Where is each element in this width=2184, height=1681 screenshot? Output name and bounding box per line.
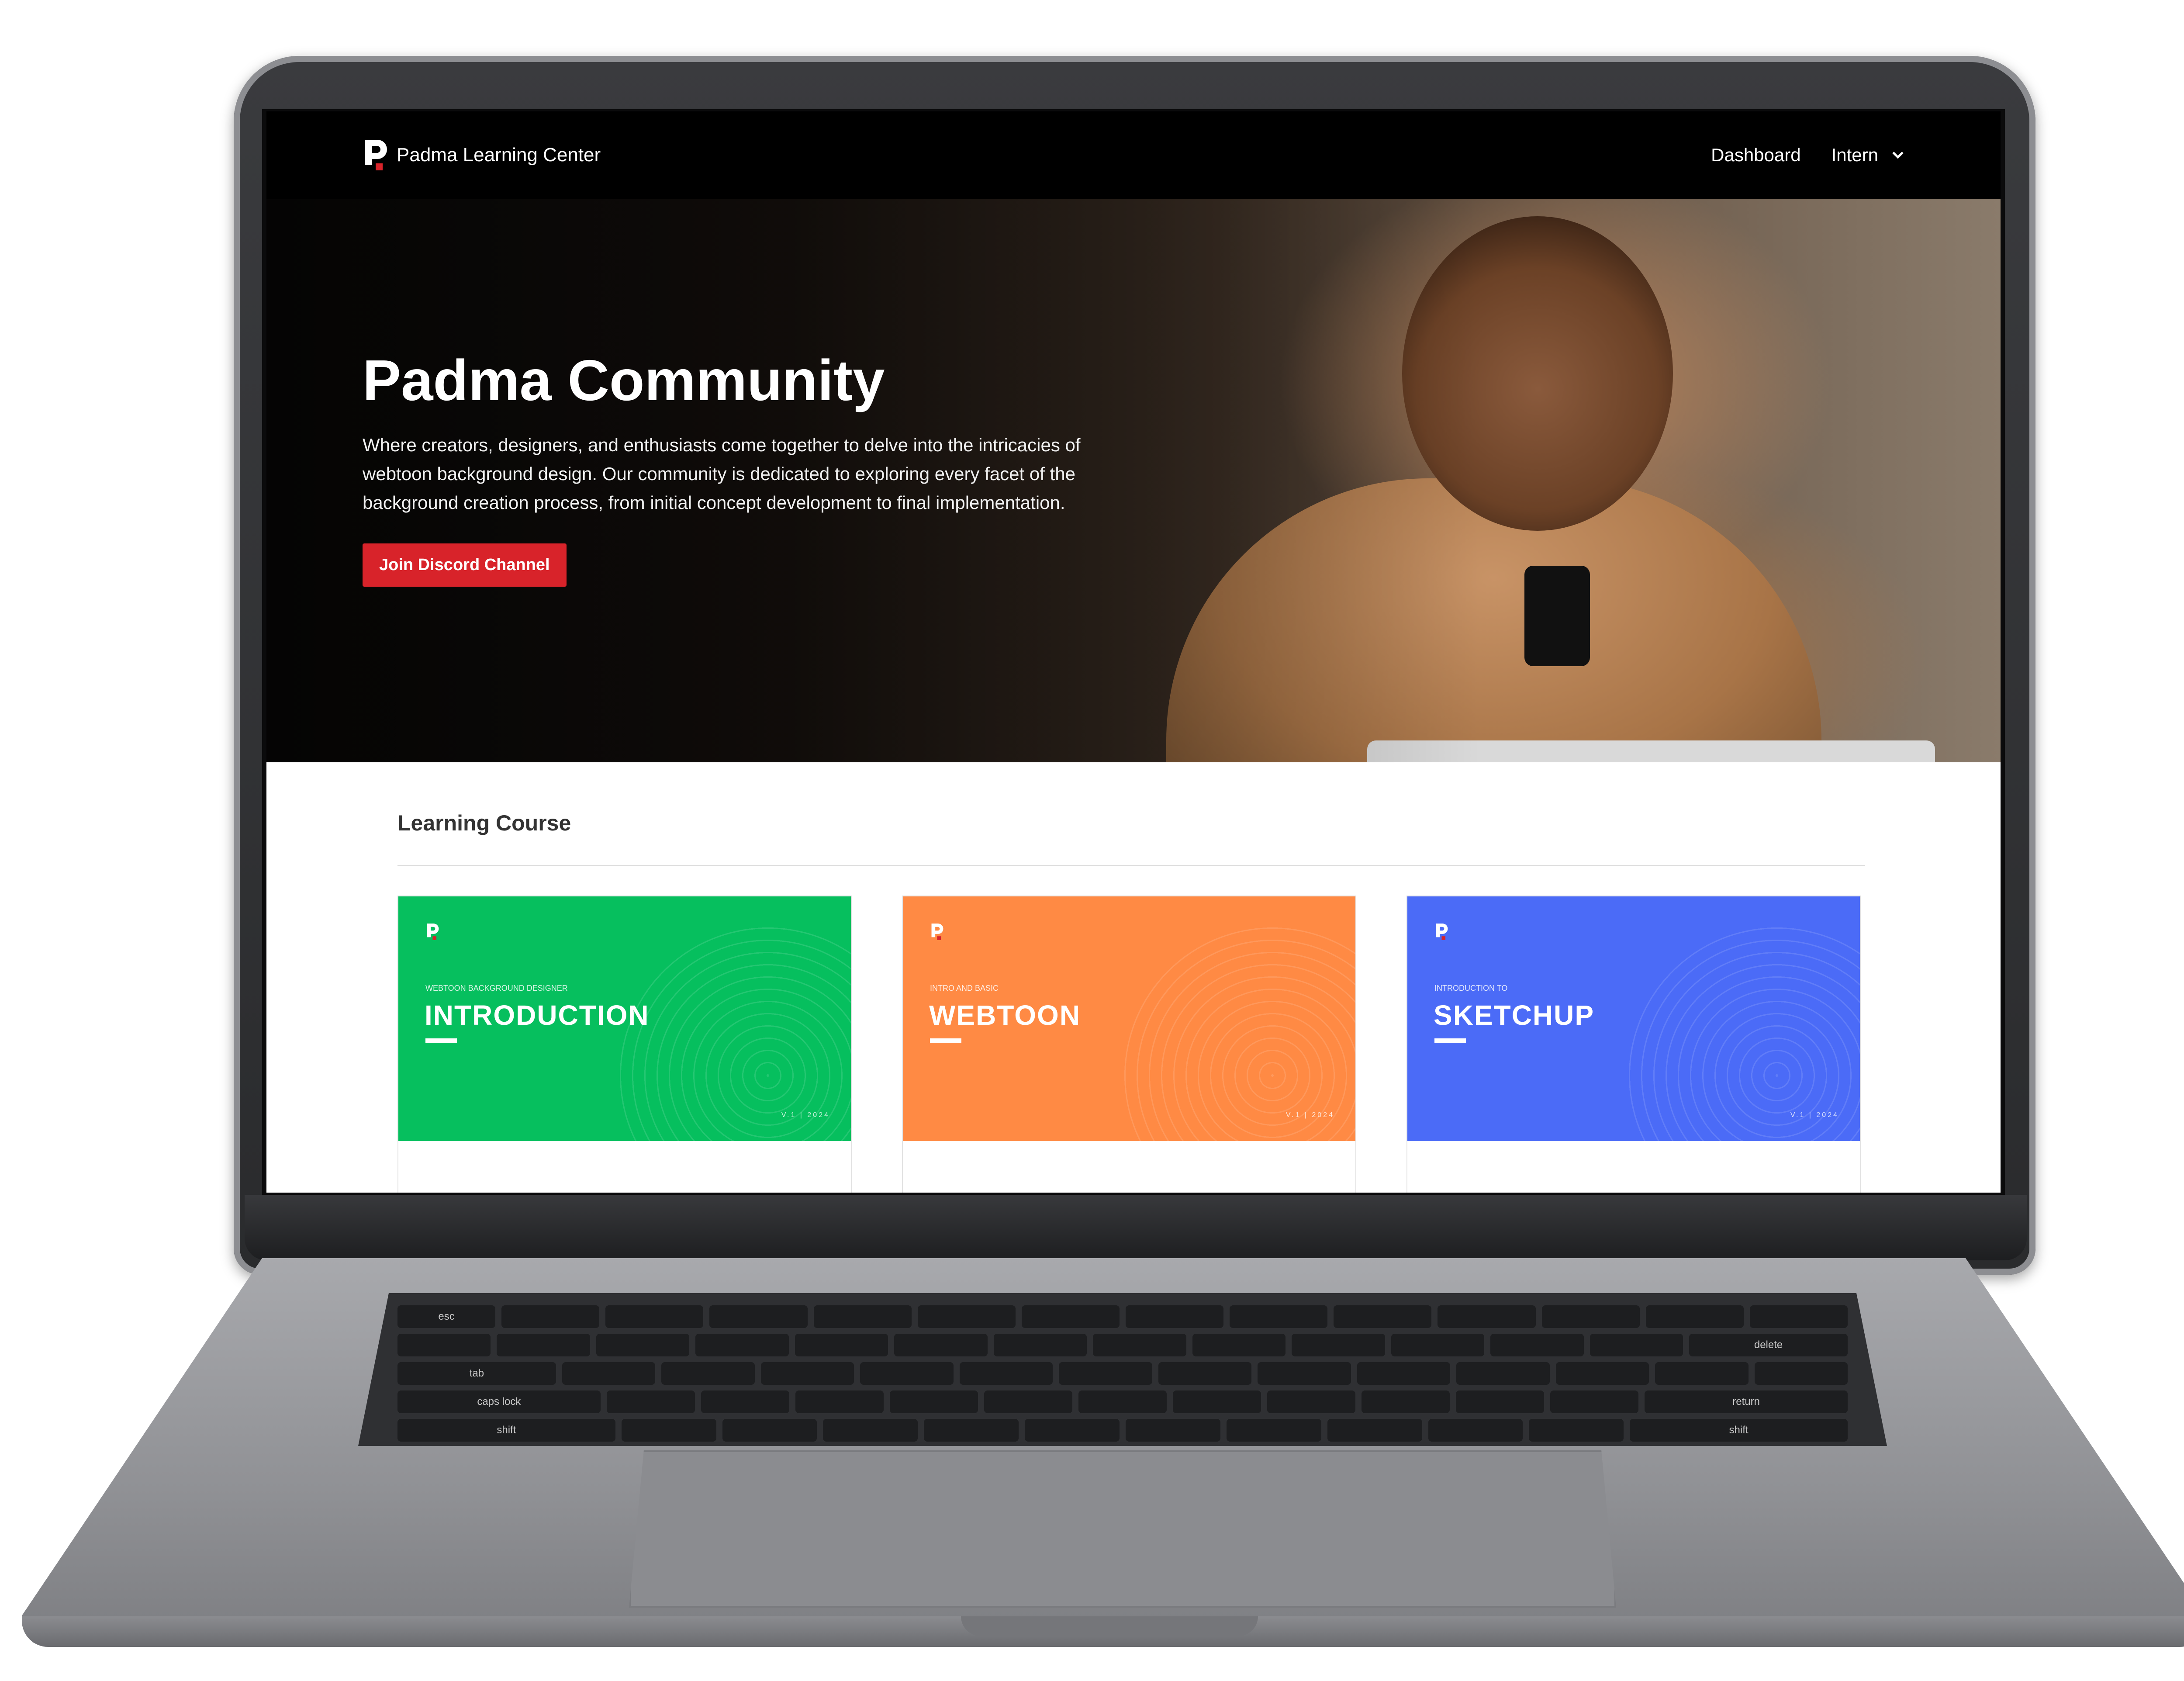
hero-content: Padma Community Where creators, designer… — [363, 347, 1140, 587]
key-esc: esc — [397, 1305, 496, 1328]
user-menu[interactable]: Intern — [1832, 145, 1904, 166]
padma-logo-icon — [1436, 924, 1448, 940]
course-subtitle: Intro and Basic — [930, 984, 999, 993]
key-caps-lock: caps lock — [397, 1390, 601, 1413]
learning-course-heading: Learning Course — [397, 811, 571, 835]
chevron-down-icon — [1892, 152, 1904, 159]
padma-logo-icon — [427, 924, 439, 940]
nav-dashboard[interactable]: Dashboard — [1711, 145, 1800, 166]
course-thumbnail: Introduction to SKETCHUP V.1 | 2024 — [1407, 896, 1860, 1141]
course-version: V.1 | 2024 — [1790, 1111, 1839, 1119]
key-tab: tab — [397, 1362, 556, 1385]
hero-title: Padma Community — [363, 348, 885, 412]
course-card-sketchup[interactable]: Introduction to SKETCHUP V.1 | 2024 — [1406, 896, 1861, 1193]
course-title: INTRODUCTION — [425, 1000, 650, 1031]
join-discord-button[interactable]: Join Discord Channel — [363, 543, 567, 587]
key-delete: delete — [1689, 1334, 1848, 1356]
laptop-hinge — [245, 1195, 2027, 1260]
hero-banner: Padma Community Where creators, designer… — [266, 199, 2001, 762]
brand[interactable]: Padma Learning Center — [363, 138, 601, 172]
hero-description: Where creators, designers, and enthusias… — [363, 435, 1081, 513]
top-navbar: Padma Learning Center Dashboard Intern — [266, 111, 2001, 199]
course-version: V.1 | 2024 — [781, 1111, 830, 1119]
course-title: SKETCHUP — [1434, 1000, 1595, 1031]
course-subtitle: Webtoon Background Designer — [425, 984, 568, 993]
section-divider — [397, 865, 1865, 866]
trackpad — [629, 1450, 1616, 1608]
browser-viewport: Padma Learning Center Dashboard Intern P… — [266, 111, 2001, 1193]
course-card-webtoon[interactable]: Intro and Basic WEBTOON V.1 | 2024 — [902, 896, 1356, 1193]
course-version: V.1 | 2024 — [1286, 1111, 1334, 1119]
padma-logo-icon — [931, 924, 943, 940]
key-return: return — [1645, 1390, 1848, 1413]
brand-name: Padma Learning Center — [397, 144, 601, 166]
keyboard: esc delete tab caps lock return shift shif… — [358, 1293, 1887, 1446]
laptop-notch — [961, 1616, 1258, 1636]
course-title: WEBTOON — [929, 1000, 1081, 1031]
padma-logo-icon — [365, 140, 387, 170]
main-nav: Dashboard Intern — [1711, 145, 1904, 166]
course-subtitle: Introduction to — [1434, 984, 1508, 993]
course-card-introduction[interactable]: Webtoon Background Designer INTRODUCTION… — [397, 896, 852, 1193]
key-shift-right: shift — [1630, 1419, 1848, 1442]
course-list: Webtoon Background Designer INTRODUCTION… — [397, 896, 1865, 1193]
course-thumbnail: Intro and Basic WEBTOON V.1 | 2024 — [903, 896, 1355, 1141]
user-menu-label: Intern — [1831, 145, 1878, 165]
course-thumbnail: Webtoon Background Designer INTRODUCTION… — [398, 896, 851, 1141]
key-shift-left: shift — [397, 1419, 615, 1442]
